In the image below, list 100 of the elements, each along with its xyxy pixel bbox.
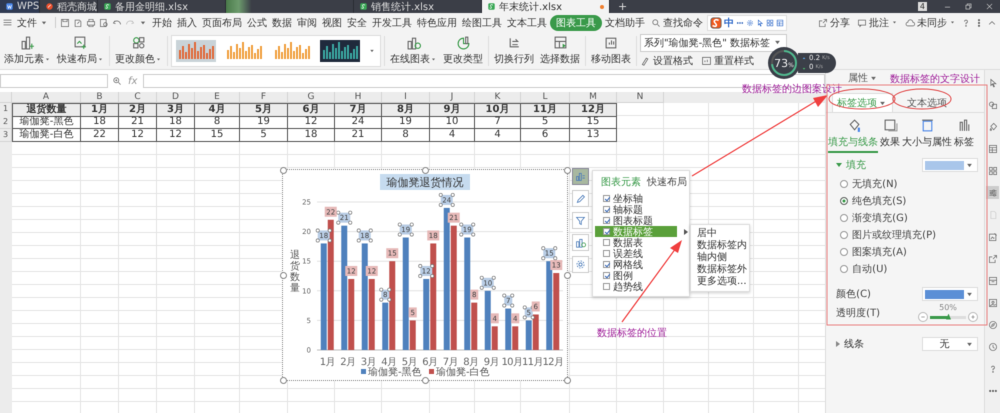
side-tool-button[interactable] — [986, 142, 999, 155]
radio-button[interactable] — [840, 197, 848, 205]
blurred-tab[interactable] — [226, 0, 354, 13]
series-dropdown[interactable]: 系列"瑜伽凳-黑色" 数据标签 — [640, 34, 787, 52]
menu-item[interactable]: 数据标签外 — [697, 264, 749, 276]
resize-handle[interactable] — [422, 167, 429, 174]
menu-item[interactable]: 轴标题 — [593, 204, 677, 215]
menu-item[interactable]: 网格线 — [593, 259, 677, 270]
menu-item[interactable]: 趋势线 — [593, 281, 677, 292]
ribbon-tab[interactable]: 视图 — [320, 14, 344, 30]
radio-button[interactable] — [840, 265, 848, 273]
chart-tool-button[interactable] — [572, 256, 589, 273]
file-menu[interactable]: 文件 — [14, 16, 52, 30]
browser-tab[interactable]: 年末统计.xlsx — [482, 0, 610, 13]
ribbon-tab[interactable]: 公式 — [245, 14, 269, 30]
input-mode[interactable]: 中 — [724, 16, 734, 30]
checkbox[interactable] — [603, 206, 610, 213]
menu-item[interactable]: 数据标签内 — [697, 240, 749, 252]
chart-style-thumbnail[interactable] — [320, 38, 360, 62]
ribbon-tab[interactable]: 图表工具 — [550, 14, 602, 30]
popup-tab[interactable]: 快速布局 — [647, 175, 687, 189]
ribbon-tab[interactable]: 安全 — [345, 14, 369, 30]
ribbon-button[interactable]: 快速布局 — [55, 34, 106, 67]
increase-button[interactable] — [968, 312, 978, 322]
ribbon-tab[interactable]: 绘图工具 — [460, 14, 504, 30]
search-command-button[interactable]: 查找命令 — [648, 16, 706, 30]
resize-handle[interactable] — [280, 167, 287, 174]
dropdown[interactable] — [922, 287, 978, 301]
radio-option[interactable]: 图片或纹理填充(P) — [840, 228, 984, 242]
ribbon-button[interactable]: 选择数据 — [538, 34, 582, 67]
browser-tab[interactable]: WPS — [0, 0, 40, 13]
ribbon-tab[interactable]: 文档助手 — [603, 14, 647, 30]
checkbox[interactable] — [603, 250, 610, 257]
checkbox[interactable] — [603, 272, 610, 279]
toolbar-button[interactable]: 分享 — [815, 16, 853, 30]
ribbon-tab[interactable]: 数据 — [270, 14, 294, 30]
menu-item[interactable]: 误差线 — [593, 248, 677, 259]
side-tool-button[interactable] — [986, 318, 999, 331]
ribbon-tab[interactable]: 开始 — [150, 14, 174, 30]
panel-tab[interactable]: 标签选项 — [832, 93, 894, 112]
decrease-button[interactable] — [918, 312, 928, 322]
menu-item[interactable]: 图例 — [593, 270, 677, 281]
side-tool-button[interactable] — [986, 230, 999, 243]
checkbox[interactable] — [603, 217, 610, 224]
ribbon-button[interactable]: 更改类型 — [441, 34, 485, 67]
ribbon-tab[interactable]: 审阅 — [295, 14, 319, 30]
menu-item[interactable]: 轴内侧 — [697, 252, 749, 264]
ribbon-button[interactable]: 在线图表 — [388, 34, 439, 67]
resize-handle[interactable] — [280, 272, 287, 279]
radio-button[interactable] — [840, 180, 848, 188]
radio-button[interactable] — [840, 248, 848, 256]
chart-tool-button[interactable] — [572, 234, 589, 251]
ribbon-button[interactable]: 移动图表 — [589, 34, 633, 67]
toolbar-button[interactable]: 批注 — [854, 16, 901, 30]
ribbon-button[interactable]: 更改颜色 — [113, 34, 164, 67]
slider-thumb[interactable] — [946, 314, 952, 320]
checkbox[interactable] — [603, 195, 610, 202]
checkbox[interactable] — [603, 261, 610, 268]
column-header[interactable]: N — [617, 92, 664, 103]
checkbox[interactable] — [603, 283, 610, 290]
toolbar-button[interactable]: 未同步 — [902, 16, 959, 30]
section-toggle[interactable]: 线条 — [836, 337, 864, 351]
radio-option[interactable]: 自动(U) — [840, 262, 984, 276]
menu-item[interactable]: 数据表 — [593, 237, 677, 248]
resize-handle[interactable] — [564, 272, 571, 279]
checkbox[interactable] — [603, 239, 610, 246]
ribbon-tab[interactable]: 文本工具 — [505, 14, 549, 30]
popup-tab[interactable]: 图表元素 — [601, 175, 641, 189]
side-tool-button[interactable] — [986, 296, 999, 309]
side-tool-button[interactable] — [986, 252, 999, 265]
panel-subtab[interactable]: 大小与属性 — [902, 118, 952, 153]
radio-option[interactable]: 无填充(N) — [840, 177, 984, 191]
resize-handle[interactable] — [564, 377, 571, 384]
panel-subtab[interactable]: 效果 — [880, 118, 900, 153]
resize-handle[interactable] — [280, 377, 287, 384]
menu-item[interactable]: 更多选项... — [697, 276, 749, 288]
dropdown[interactable]: 无 — [922, 337, 978, 351]
side-tool-button[interactable] — [986, 164, 999, 177]
resize-handle[interactable] — [422, 377, 429, 384]
side-tool-button[interactable] — [986, 186, 999, 199]
row-header[interactable]: 2 — [0, 116, 12, 129]
new-tab-button[interactable]: + — [610, 0, 636, 13]
radio-option[interactable]: 渐变填充(G) — [840, 211, 984, 225]
ribbon-tab[interactable]: 开发工具 — [370, 14, 414, 30]
menu-item[interactable]: 坐标轴 — [593, 193, 677, 204]
ribbon-button[interactable]: 重置样式 — [701, 54, 754, 68]
radio-option[interactable]: 图案填充(A) — [840, 245, 984, 259]
chart-tool-button[interactable] — [572, 168, 589, 185]
ribbon-tab[interactable]: 特色应用 — [415, 14, 459, 30]
chart-style-thumbnail[interactable] — [176, 38, 216, 62]
radio-button[interactable] — [840, 214, 848, 222]
ribbon-button[interactable]: 切换行列 — [492, 34, 536, 67]
ribbon-tab[interactable]: 插入 — [175, 14, 199, 30]
row-header[interactable]: 3 — [0, 129, 12, 142]
transparency-slider[interactable] — [930, 316, 966, 318]
ribbon-button[interactable]: 设置格式 — [640, 54, 693, 68]
ribbon-tab[interactable]: 页面布局 — [200, 14, 244, 30]
side-tool-button[interactable] — [986, 340, 999, 353]
resize-handle[interactable] — [564, 167, 571, 174]
menu-item[interactable]: 居中 — [697, 228, 749, 240]
